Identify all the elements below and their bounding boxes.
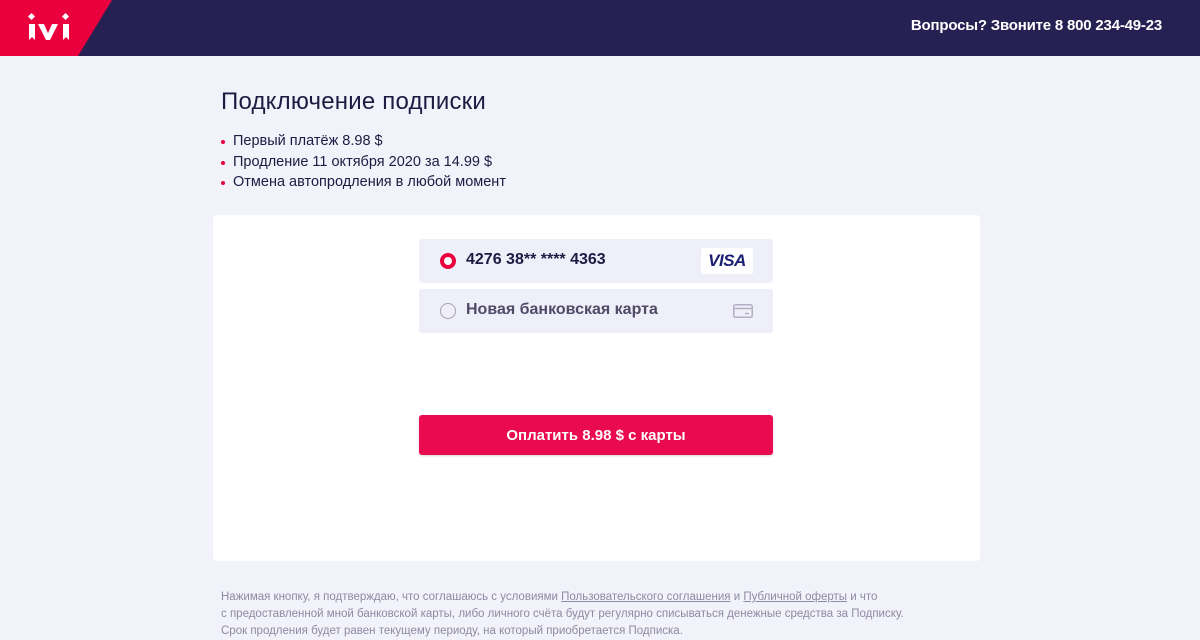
visa-logo-icon: VISA xyxy=(701,248,753,274)
user-agreement-link[interactable]: Пользовательского соглашения xyxy=(561,591,730,603)
saved-card-number: 4276 38** **** 4363 xyxy=(466,251,606,268)
legal-text: с предоставленной мной банковской карты,… xyxy=(221,608,904,620)
list-item: Первый платёж 8.98 $ xyxy=(221,131,506,152)
top-header: Вопросы? Звоните 8 800 234-49-23 xyxy=(0,0,1200,56)
saved-card-option[interactable]: 4276 38** **** 4363 VISA xyxy=(419,239,773,283)
legal-text: и xyxy=(730,591,744,603)
legal-text: Срок продления будет равен текущему пери… xyxy=(221,625,683,637)
list-item: Продление 11 октября 2020 за 14.99 $ xyxy=(221,152,506,173)
ivi-logo[interactable] xyxy=(0,0,112,56)
legal-text: и что xyxy=(847,591,878,603)
subscription-terms-list: Первый платёж 8.98 $ Продление 11 октябр… xyxy=(221,131,506,193)
credit-card-icon xyxy=(733,304,753,318)
legal-text: Нажимая кнопку, я подтверждаю, что согла… xyxy=(221,591,562,603)
new-card-label: Новая банковская карта xyxy=(466,301,658,318)
pay-button[interactable]: Оплатить 8.98 $ с карты xyxy=(419,415,773,455)
payment-card-panel: 4276 38** **** 4363 VISA Новая банковска… xyxy=(213,215,980,561)
legal-disclaimer: Нажимая кнопку, я подтверждаю, что согла… xyxy=(221,589,981,640)
page-title: Подключение подписки xyxy=(221,88,486,115)
public-offer-link[interactable]: Публичной оферты xyxy=(743,591,847,603)
radio-unselected-icon[interactable] xyxy=(440,303,456,319)
radio-selected-icon[interactable] xyxy=(440,253,456,269)
support-phone[interactable]: Вопросы? Звоните 8 800 234-49-23 xyxy=(911,17,1162,34)
list-item: Отмена автопродления в любой момент xyxy=(221,172,506,193)
new-card-option[interactable]: Новая банковская карта xyxy=(419,289,773,333)
logo-icon xyxy=(0,0,112,56)
